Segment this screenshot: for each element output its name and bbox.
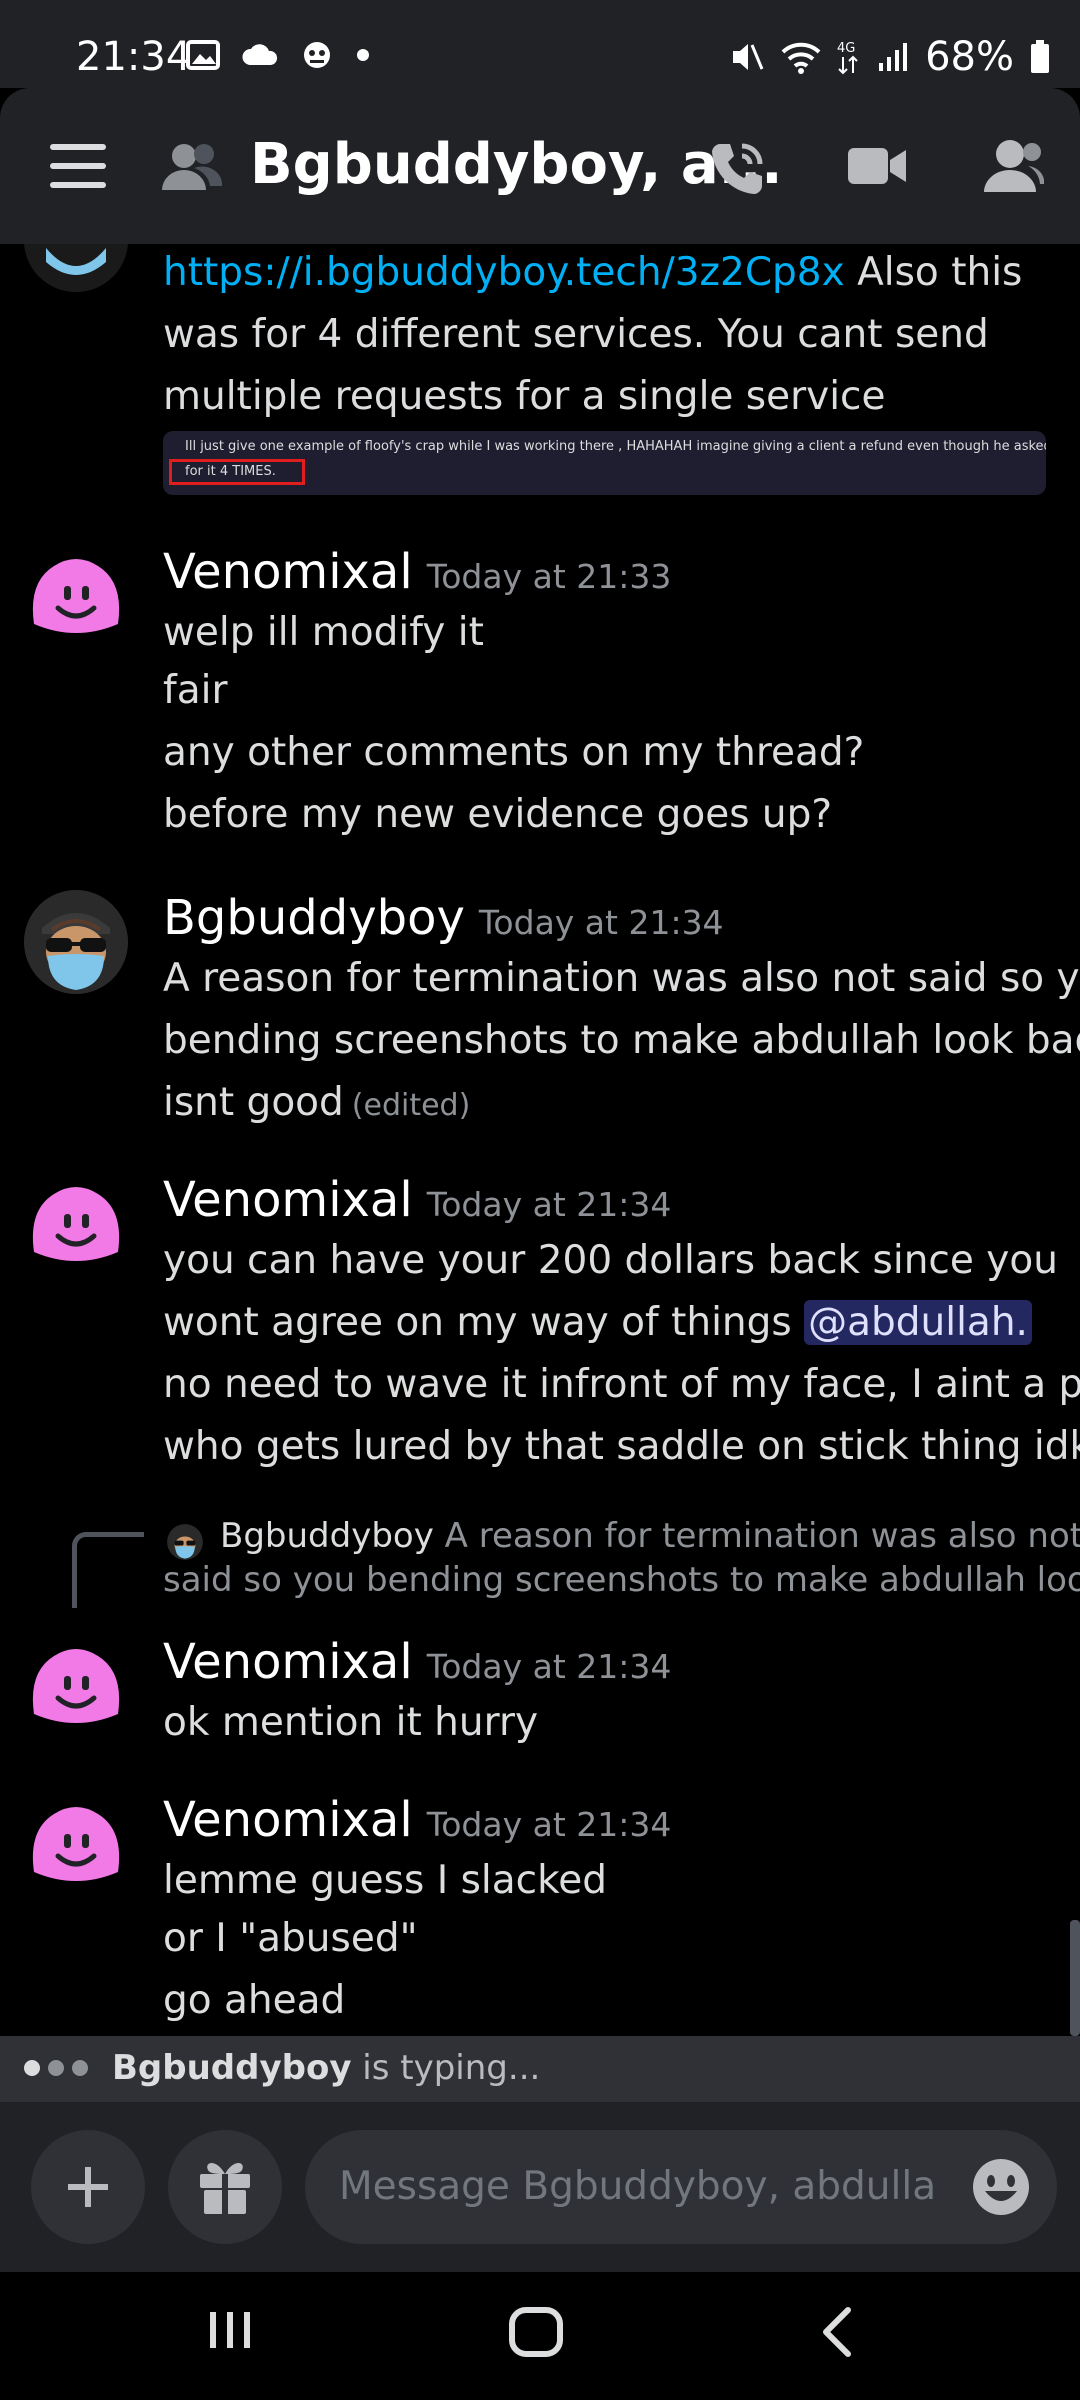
user-avatar-venomixal[interactable] (24, 1174, 128, 1278)
message-group: Bgbuddyboy Today at 21:34 A reason for te… (0, 890, 1080, 1130)
group-dm-icon (162, 144, 223, 190)
message-line: any other comments on my thread? (163, 730, 865, 775)
message-author[interactable]: Bgbuddyboy Today at 21:34 (163, 890, 724, 946)
reply-avatar (167, 1524, 203, 1560)
message-group: https://i.bgbuddyboy.tech/3z2Cp8x Also t… (0, 244, 1080, 514)
channel-header: Bgbuddyboy, a... (0, 88, 1080, 244)
message-line: multiple requests for a single service (163, 374, 886, 419)
message-link[interactable]: https://i.bgbuddyboy.tech/3z2Cp8x (163, 250, 845, 295)
video-call-icon[interactable] (846, 136, 908, 196)
notification-icons (186, 38, 370, 72)
battery-icon (1031, 40, 1049, 73)
message-timestamp: Today at 21:34 (426, 1805, 672, 1844)
message-input-container (305, 2130, 1057, 2244)
app-notification-icon (304, 42, 330, 68)
user-avatar-bgbuddyboy[interactable] (24, 890, 128, 994)
typing-indicator: Bgbuddyboy is typing... (0, 2036, 1080, 2102)
system-icons: 4G 68% (729, 34, 1050, 80)
message-line: welp ill modify it (163, 610, 484, 655)
hamburger-icon (50, 144, 106, 150)
user-avatar-venomixal[interactable] (24, 546, 128, 650)
gift-button[interactable] (168, 2130, 282, 2244)
message-group: Venomixal Today at 21:34 lemme guess I sl… (0, 1792, 1080, 2032)
message-line: you can have your 200 dollars back since… (163, 1238, 1058, 1283)
message-timestamp: Today at 21:34 (426, 1185, 672, 1224)
message-line: isnt good (edited) (163, 1080, 471, 1125)
message-author[interactable]: Venomixal Today at 21:34 (163, 1634, 671, 1690)
message-line: fair (163, 668, 228, 713)
status-bar: 21:34 4G 68% (0, 0, 1080, 88)
svg-text:4G: 4G (837, 41, 855, 56)
user-avatar-bgbuddyboy[interactable] (24, 244, 128, 292)
message-line: no need to wave it infront of my face, I… (163, 1362, 1080, 1407)
user-avatar-venomixal[interactable] (24, 1636, 128, 1740)
message-author[interactable]: Venomixal Today at 21:33 (163, 544, 671, 600)
user-mention[interactable]: @abdullah. (804, 1300, 1032, 1345)
message-group: Venomixal Today at 21:34 you can have you… (0, 1172, 1080, 1492)
message-line: https://i.bgbuddyboy.tech/3z2Cp8x Also t… (163, 250, 1023, 295)
message-line: before my new evidence goes up? (163, 792, 833, 837)
channel-title: Bgbuddyboy, a... (250, 132, 783, 197)
message-line: or I "abused" (163, 1916, 418, 1961)
attach-button[interactable] (31, 2130, 145, 2244)
reply-preview[interactable]: Bgbuddyboy A reason for termination was … (0, 1512, 1080, 1612)
dot-icon (357, 49, 369, 61)
voice-call-icon[interactable] (706, 136, 770, 200)
highlight-box (169, 459, 305, 485)
menu-button[interactable] (50, 144, 106, 188)
message-composer (0, 2102, 1080, 2272)
message-author[interactable]: Venomixal Today at 21:34 (163, 1792, 671, 1848)
message-line: was for 4 different services. You cant s… (163, 312, 989, 357)
signal-icon (879, 43, 908, 71)
emoji-icon[interactable] (971, 2157, 1031, 2217)
message-line: go ahead (163, 1978, 346, 2023)
message-line: A reason for termination was also not sa… (163, 956, 1080, 1001)
cloud-icon (242, 44, 278, 65)
member-list-icon[interactable] (980, 136, 1044, 196)
message-group: Venomixal Today at 21:34 ok mention it hu… (0, 1634, 1080, 1774)
message-line: bending screenshots to make abdullah loo… (163, 1018, 1080, 1063)
message-line: who gets lured by that saddle on stick t… (163, 1424, 1080, 1469)
typing-text: Bgbuddyboy is typing... (112, 2048, 541, 2088)
message-author[interactable]: Venomixal Today at 21:34 (163, 1172, 671, 1228)
network-4g-icon: 4G (837, 41, 858, 75)
battery-percent: 68% (925, 34, 1014, 80)
home-icon[interactable] (508, 2306, 564, 2358)
message-line: ok mention it hurry (163, 1700, 539, 1745)
image-embed[interactable]: Ill just give one example of floofy's cr… (163, 431, 1046, 495)
embed-text: Ill just give one example of floofy's cr… (185, 439, 1046, 454)
gift-icon (200, 2163, 250, 2214)
message-input[interactable] (339, 2156, 939, 2216)
typing-dots-icon (24, 2060, 88, 2076)
message-line: lemme guess I slacked (163, 1858, 608, 1903)
status-time: 21:34 (76, 34, 192, 80)
scrollbar-thumb[interactable] (1070, 1920, 1080, 2036)
message-timestamp: Today at 21:34 (478, 903, 724, 942)
message-timestamp: Today at 21:33 (426, 557, 672, 596)
message-list[interactable]: https://i.bgbuddyboy.tech/3z2Cp8x Also t… (0, 244, 1080, 2036)
reply-spine (72, 1532, 144, 1608)
mute-icon (733, 44, 764, 70)
plus-icon (68, 2167, 108, 2207)
reply-author: Bgbuddyboy (220, 1516, 434, 1556)
system-nav-bar (0, 2272, 1080, 2400)
wifi-icon (781, 42, 821, 74)
gallery-icon (186, 40, 220, 70)
back-icon[interactable] (818, 2306, 858, 2358)
reply-text: said so you bending screenshots to make … (163, 1560, 1080, 1600)
edited-label: (edited) (351, 1088, 471, 1123)
message-timestamp: Today at 21:34 (426, 1647, 672, 1686)
recent-apps-icon[interactable] (206, 2306, 254, 2354)
message-group: Venomixal Today at 21:33 welp ill modify … (0, 544, 1080, 844)
user-avatar-venomixal[interactable] (24, 1794, 128, 1898)
reply-text: Bgbuddyboy A reason for termination was … (220, 1516, 1080, 1556)
message-line: wont agree on my way of things @abdullah… (163, 1300, 1032, 1345)
